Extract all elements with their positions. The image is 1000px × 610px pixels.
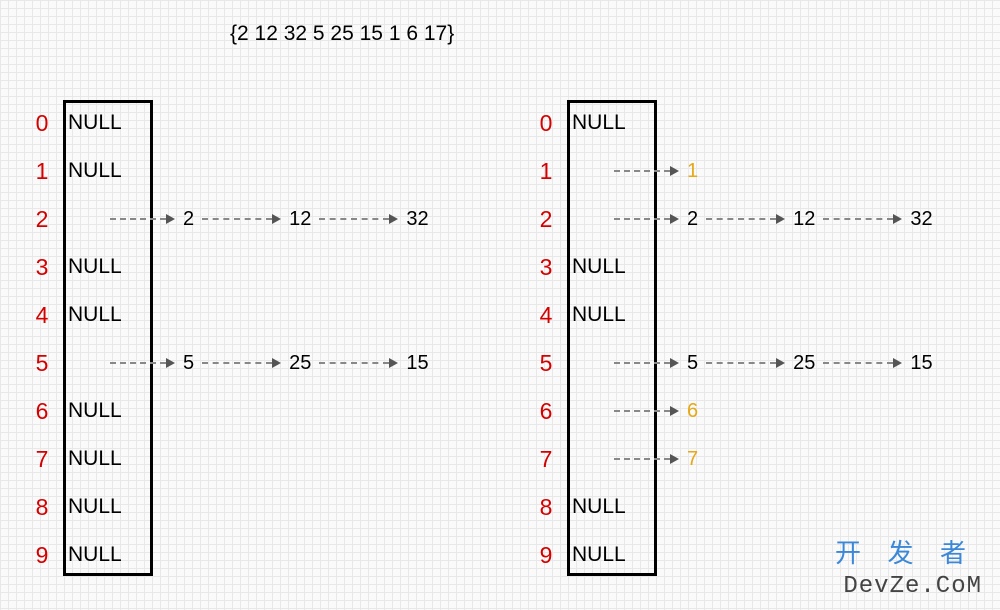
arrow-icon bbox=[319, 214, 398, 224]
chain-node: 25 bbox=[285, 352, 315, 375]
arrow-icon bbox=[614, 166, 679, 176]
input-sequence: {2 12 32 5 25 15 1 6 17} bbox=[230, 22, 454, 46]
bucket-cell: NULL bbox=[56, 255, 156, 279]
arrow-icon bbox=[202, 214, 281, 224]
bucket-index: 2 bbox=[532, 206, 560, 233]
table-row: 7NULL bbox=[28, 441, 488, 477]
arrow-icon bbox=[202, 358, 281, 368]
table-row: 0NULL bbox=[28, 105, 488, 141]
arrow-icon bbox=[823, 214, 902, 224]
bucket-cell: NULL bbox=[56, 495, 156, 519]
chain-node: 1 bbox=[683, 160, 702, 183]
arrow-icon bbox=[614, 358, 679, 368]
bucket-index: 8 bbox=[532, 494, 560, 521]
table-row: 11 bbox=[532, 153, 992, 189]
chain-node: 2 bbox=[179, 208, 198, 231]
bucket-cell: NULL bbox=[56, 447, 156, 471]
chain-node: 15 bbox=[906, 352, 936, 375]
table-row: 4NULL bbox=[532, 297, 992, 333]
bucket-index: 8 bbox=[28, 494, 56, 521]
table-row: 4NULL bbox=[28, 297, 488, 333]
bucket-chain: 7 bbox=[610, 448, 702, 471]
bucket-index: 9 bbox=[532, 542, 560, 569]
bucket-cell: NULL bbox=[560, 303, 660, 327]
table-row: 2 2 12 32 bbox=[28, 201, 488, 237]
bucket-chain: 5 25 15 bbox=[106, 352, 433, 375]
bucket-index: 7 bbox=[532, 446, 560, 473]
arrow-icon bbox=[823, 358, 902, 368]
bucket-index: 3 bbox=[532, 254, 560, 281]
chain-node: 12 bbox=[285, 208, 315, 231]
arrow-icon bbox=[706, 358, 785, 368]
bucket-chain: 1 bbox=[610, 160, 702, 183]
bucket-index: 7 bbox=[28, 446, 56, 473]
arrow-icon bbox=[614, 454, 679, 464]
bucket-index: 0 bbox=[28, 110, 56, 137]
bucket-cell: NULL bbox=[560, 111, 660, 135]
chain-node: 5 bbox=[683, 352, 702, 375]
bucket-index: 3 bbox=[28, 254, 56, 281]
arrow-icon bbox=[319, 358, 398, 368]
table-row: 8NULL bbox=[28, 489, 488, 525]
table-row: 6NULL bbox=[28, 393, 488, 429]
chain-node: 2 bbox=[683, 208, 702, 231]
bucket-cell: NULL bbox=[56, 159, 156, 183]
bucket-index: 9 bbox=[28, 542, 56, 569]
bucket-index: 0 bbox=[532, 110, 560, 137]
bucket-cell: NULL bbox=[56, 399, 156, 423]
table-row: 3NULL bbox=[532, 249, 992, 285]
bucket-cell: NULL bbox=[560, 255, 660, 279]
bucket-cell: NULL bbox=[56, 303, 156, 327]
bucket-index: 6 bbox=[532, 398, 560, 425]
table-row: 3NULL bbox=[28, 249, 488, 285]
bucket-index: 6 bbox=[28, 398, 56, 425]
chain-node: 15 bbox=[402, 352, 432, 375]
watermark-cn: 开 发 者 bbox=[835, 533, 976, 570]
bucket-index: 1 bbox=[28, 158, 56, 185]
table-row: 5 5 25 15 bbox=[532, 345, 992, 381]
bucket-cell: NULL bbox=[560, 495, 660, 519]
table-row: 9NULL bbox=[28, 537, 488, 573]
bucket-cell: NULL bbox=[560, 543, 660, 567]
table-row: 1NULL bbox=[28, 153, 488, 189]
bucket-index: 1 bbox=[532, 158, 560, 185]
bucket-index: 4 bbox=[28, 302, 56, 329]
chain-node: 7 bbox=[683, 448, 702, 471]
chain-node: 12 bbox=[789, 208, 819, 231]
table-row: 8NULL bbox=[532, 489, 992, 525]
arrow-icon bbox=[706, 214, 785, 224]
arrow-icon bbox=[614, 406, 679, 416]
bucket-index: 2 bbox=[28, 206, 56, 233]
bucket-cell: NULL bbox=[56, 111, 156, 135]
chain-node: 32 bbox=[402, 208, 432, 231]
arrow-icon bbox=[110, 358, 175, 368]
arrow-icon bbox=[110, 214, 175, 224]
bucket-chain: 5 25 15 bbox=[610, 352, 937, 375]
bucket-index: 4 bbox=[532, 302, 560, 329]
table-row: 5 5 25 15 bbox=[28, 345, 488, 381]
bucket-cell: NULL bbox=[56, 543, 156, 567]
bucket-chain: 2 12 32 bbox=[610, 208, 937, 231]
arrow-icon bbox=[614, 214, 679, 224]
table-row: 77 bbox=[532, 441, 992, 477]
chain-node: 5 bbox=[179, 352, 198, 375]
chain-node: 32 bbox=[906, 208, 936, 231]
table-row: 2 2 12 32 bbox=[532, 201, 992, 237]
bucket-chain: 6 bbox=[610, 400, 702, 423]
bucket-index: 5 bbox=[28, 350, 56, 377]
bucket-chain: 2 12 32 bbox=[106, 208, 433, 231]
watermark-en: DevZe.CoM bbox=[843, 573, 982, 600]
bucket-index: 5 bbox=[532, 350, 560, 377]
table-row: 0NULL bbox=[532, 105, 992, 141]
table-row: 66 bbox=[532, 393, 992, 429]
chain-node: 6 bbox=[683, 400, 702, 423]
chain-node: 25 bbox=[789, 352, 819, 375]
